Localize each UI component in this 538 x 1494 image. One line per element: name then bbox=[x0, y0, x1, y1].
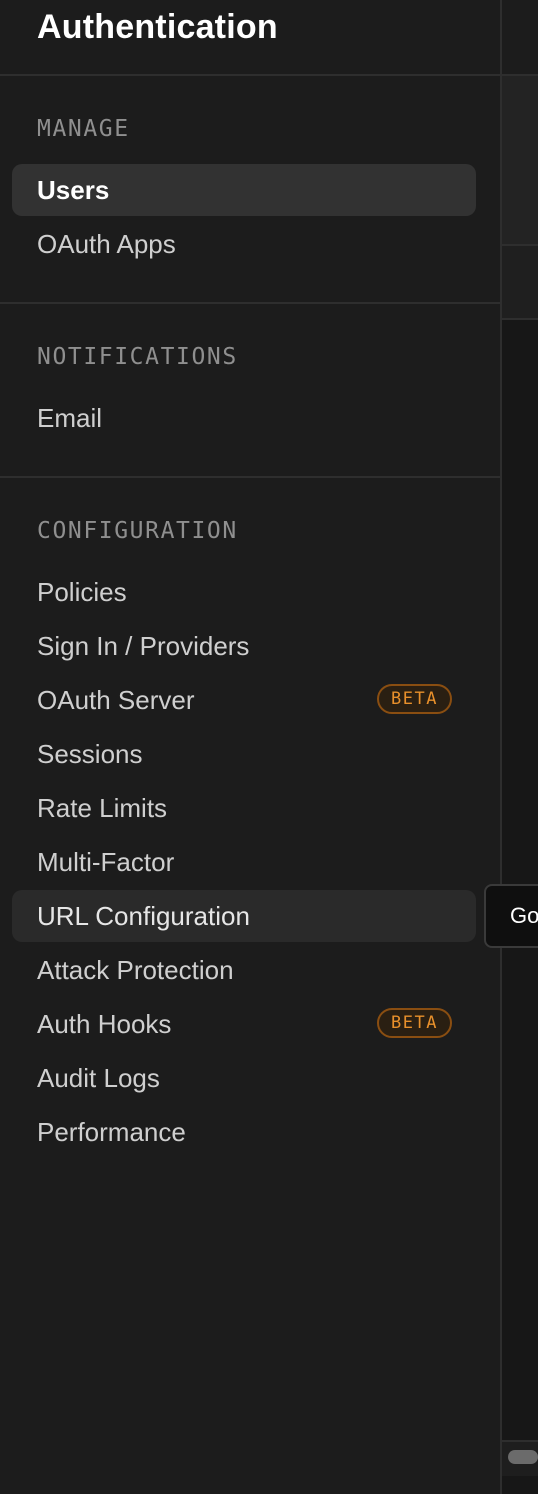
sidebar-item-label: Attack Protection bbox=[37, 954, 234, 985]
content-header bbox=[502, 0, 538, 76]
sidebar-item-sessions[interactable]: Sessions bbox=[12, 728, 476, 780]
sidebar-item-label: Email bbox=[37, 402, 103, 433]
sidebar-item-label: Audit Logs bbox=[37, 1062, 160, 1093]
sidebar-item-label: Performance bbox=[37, 1116, 186, 1147]
sidebar-item-audit-logs[interactable]: Audit Logs bbox=[12, 1052, 476, 1104]
content-toolbar bbox=[502, 246, 538, 320]
section-label-notifications: NOTIFICATIONS bbox=[37, 344, 238, 370]
sidebar-item-label: Users bbox=[37, 174, 110, 205]
sidebar-item-label: Auth Hooks bbox=[37, 1008, 172, 1039]
sidebar-item-policies[interactable]: Policies bbox=[12, 566, 476, 618]
sidebar-item-multi-factor[interactable]: Multi-Factor bbox=[12, 836, 476, 888]
sidebar-item-url-configuration[interactable]: URL Configuration bbox=[12, 890, 476, 942]
main-content-edge bbox=[502, 0, 538, 1494]
section-label-configuration: CONFIGURATION bbox=[37, 518, 238, 544]
header-divider bbox=[0, 74, 500, 76]
sidebar-item-users[interactable]: Users bbox=[12, 164, 476, 216]
beta-badge: BETA bbox=[377, 684, 452, 714]
sidebar-item-label: Sessions bbox=[37, 738, 143, 769]
beta-badge: BETA bbox=[377, 1008, 452, 1038]
sidebar-item-label: Rate Limits bbox=[37, 792, 168, 823]
sidebar-item-label: Policies bbox=[37, 576, 127, 607]
sidebar-item-oauth-apps[interactable]: OAuth Apps bbox=[12, 218, 476, 270]
sidebar-item-label: OAuth Apps bbox=[37, 228, 176, 259]
tooltip: Go bbox=[484, 884, 538, 948]
sidebar-item-sign-in-providers[interactable]: Sign In / Providers bbox=[12, 620, 476, 672]
sidebar-item-label: Sign In / Providers bbox=[37, 630, 250, 661]
sidebar-item-label: Multi-Factor bbox=[37, 846, 175, 877]
content-panel bbox=[502, 76, 538, 246]
section-divider bbox=[0, 302, 500, 304]
horizontal-scrollbar[interactable] bbox=[508, 1450, 538, 1464]
page: Authentication MANAGE Users OAuth Apps N… bbox=[0, 0, 538, 1494]
sidebar-item-attack-protection[interactable]: Attack Protection bbox=[12, 944, 476, 996]
sidebar-item-auth-hooks[interactable]: Auth Hooks BETA bbox=[12, 998, 476, 1050]
section-divider bbox=[0, 476, 500, 478]
sidebar-item-label: OAuth Server bbox=[37, 684, 195, 715]
auth-sidebar: Authentication MANAGE Users OAuth Apps N… bbox=[0, 0, 502, 1494]
section-label-manage: MANAGE bbox=[37, 116, 130, 142]
sidebar-item-oauth-server[interactable]: OAuth Server BETA bbox=[12, 674, 476, 726]
sidebar-item-performance[interactable]: Performance bbox=[12, 1106, 476, 1158]
sidebar-item-rate-limits[interactable]: Rate Limits bbox=[12, 782, 476, 834]
sidebar-item-email[interactable]: Email bbox=[12, 392, 476, 444]
sidebar-item-label: URL Configuration bbox=[37, 900, 250, 931]
page-title: Authentication bbox=[37, 8, 278, 46]
